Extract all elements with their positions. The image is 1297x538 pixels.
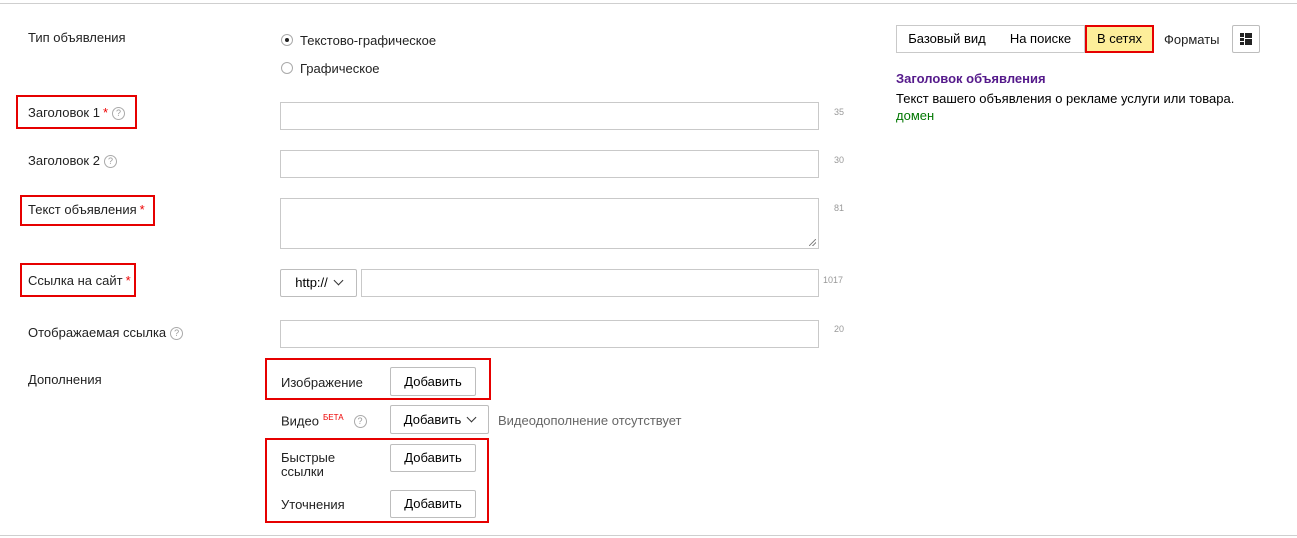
display-link-input[interactable] [280,320,819,348]
help-icon[interactable]: ? [170,327,184,340]
image-label: Изображение [281,375,363,390]
tab-in-networks[interactable]: В сетях [1085,25,1154,53]
preview-ad-domain: домен [896,108,935,123]
help-icon[interactable]: ? [353,415,367,429]
chevron-down-icon [333,275,344,286]
ad-type-label: Тип объявления [28,30,126,45]
display-link-label-text: Отображаемая ссылка [28,325,167,340]
title1-label: Заголовок 1 *? [28,105,126,120]
bottom-divider [0,535,1297,536]
add-video-button-label: Добавить [403,412,462,427]
add-sitelinks-button[interactable]: Добавить [390,444,476,472]
tab-basic-view[interactable]: Базовый вид [896,25,998,53]
beta-badge: БЕТА [322,413,344,422]
radio-text-graphic-label[interactable]: Текстово-графическое [300,33,436,48]
link-counter: 1017 [823,275,844,285]
required-star: * [139,202,145,217]
resize-handle-icon[interactable] [809,239,816,246]
help-icon[interactable]: ? [112,107,126,120]
title2-label-text: Заголовок 2 [28,153,100,168]
grid-layout-icon[interactable] [1232,25,1260,53]
title2-counter: 30 [834,155,845,165]
link-label-text: Ссылка на сайт [28,273,123,288]
protocol-select-label: http:// [295,275,328,290]
video-status: Видеодополнение отсутствует [498,413,682,428]
radio-graphic[interactable] [281,62,293,74]
add-image-button[interactable]: Добавить [390,367,476,396]
display-link-label: Отображаемая ссылка? [28,325,184,340]
preview-ad-text: Текст вашего объявления о рекламе услуги… [896,91,1235,106]
video-label-text: Видео [281,413,319,429]
display-link-counter: 20 [834,324,845,334]
formats-label[interactable]: Форматы [1164,32,1220,47]
required-star: * [125,273,131,288]
ad-text-label-text: Текст объявления [28,202,137,217]
radio-graphic-label[interactable]: Графическое [300,61,380,76]
radio-text-graphic[interactable] [281,34,293,46]
video-label: Видео БЕТА? [281,413,367,429]
title1-label-text: Заголовок 1 [28,105,100,120]
help-icon[interactable]: ? [103,155,117,168]
title2-input[interactable] [280,150,819,178]
title1-input[interactable] [280,102,819,130]
ad-text-label: Текст объявления * [28,202,145,217]
tab-on-search[interactable]: На поиске [997,25,1085,53]
link-input[interactable] [361,269,819,297]
add-callouts-button[interactable]: Добавить [390,490,476,518]
chevron-down-icon [466,412,477,423]
title1-counter: 35 [834,107,845,117]
preview-ad-title: Заголовок объявления [896,71,1046,86]
top-divider [0,3,1297,4]
callouts-label: Уточнения [281,497,345,512]
add-video-button[interactable]: Добавить [390,405,489,434]
required-star: * [102,105,109,120]
ad-text-counter: 81 [834,203,845,213]
sitelinks-label: Быстрые ссылки [281,450,336,479]
link-label: Ссылка на сайт * [28,273,131,288]
title2-label: Заголовок 2? [28,153,117,168]
extras-label: Дополнения [28,372,102,387]
protocol-select[interactable]: http:// [280,269,357,297]
ad-text-textarea[interactable] [280,198,819,249]
